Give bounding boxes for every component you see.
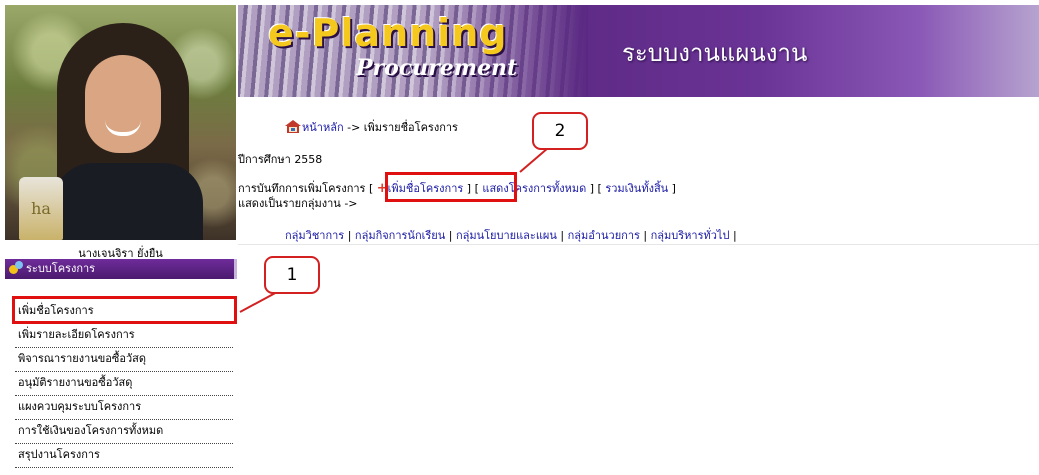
sidebar-item-project-summary[interactable]: สรุปงานโครงการ [15,444,233,468]
dept-link-student-affairs[interactable]: กลุ่มกิจการนักเรียน [355,229,445,242]
photo-body [53,163,203,240]
content-divider [238,244,1039,245]
department-links: กลุ่มวิชาการ | กลุ่มกิจการนักเรียน | กลุ… [285,229,737,242]
breadcrumb: หน้าหลัก -> เพิ่มรายชื่อโครงการ [285,118,458,136]
academic-year-value: 2558 [294,153,323,166]
total-money-link[interactable]: รวมเงินทั้งสิ้น [605,182,668,195]
group-view-label: แสดงเป็นรายกลุ่มงาน -> [238,197,358,210]
academic-year: ปีการศึกษา 2558 [238,150,322,168]
academic-year-label: ปีการศึกษา [238,153,291,166]
dept-link-general-management[interactable]: กลุ่มบริหารทั่วไป [651,229,730,242]
sidebar-item-approve-purchase-reports[interactable]: อนุมัติรายงานขอซื้อวัสดุ [15,372,233,396]
sidebar-item-project-control-panel[interactable]: แผงควบคุมระบบโครงการ [15,396,233,420]
gear-icon [9,261,23,275]
highlight-box-add-project [385,172,517,202]
highlight-box-menu [12,296,237,324]
dept-link-policy-planning[interactable]: กลุ่มนโยบายและแผน [456,229,557,242]
sidebar-item-review-purchase-reports[interactable]: พิจารณารายงานขอซื้อวัสดุ [15,348,233,372]
sidebar-item-add-project-details[interactable]: เพิ่มรายละเอียดโครงการ [15,324,233,348]
dept-link-academic[interactable]: กลุ่มวิชาการ [285,229,344,242]
menu-header: ระบบโครงการ [5,259,237,279]
sidebar-item-all-project-spending[interactable]: การใช้เงินของโครงการทั้งหมด [15,420,233,444]
app-logo-subtitle: Procurement [356,55,518,81]
system-title: ระบบงานแผนงาน [622,39,808,67]
menu-header-label: ระบบโครงการ [26,262,96,275]
callout-number-2: 2 [532,112,588,150]
header-banner: e-Planning Procurement ระบบงานแผนงาน [238,5,1039,97]
breadcrumb-current: เพิ่มรายชื่อโครงการ [363,121,458,134]
app-logo: e-Planning [268,11,508,55]
sidebar-menu: เพิ่มชื่อโครงการ เพิ่มรายละเอียดโครงการ … [15,300,233,468]
photo-face [85,55,161,153]
dept-link-administration[interactable]: กลุ่มอำนวยการ [568,229,640,242]
breadcrumb-home-link[interactable]: หน้าหลัก [302,121,344,134]
callout-number-1: 1 [264,256,320,294]
home-icon[interactable] [285,120,301,133]
breadcrumb-separator: -> [343,121,364,134]
user-photo: ha [5,5,236,240]
photo-cup: ha [19,177,63,240]
